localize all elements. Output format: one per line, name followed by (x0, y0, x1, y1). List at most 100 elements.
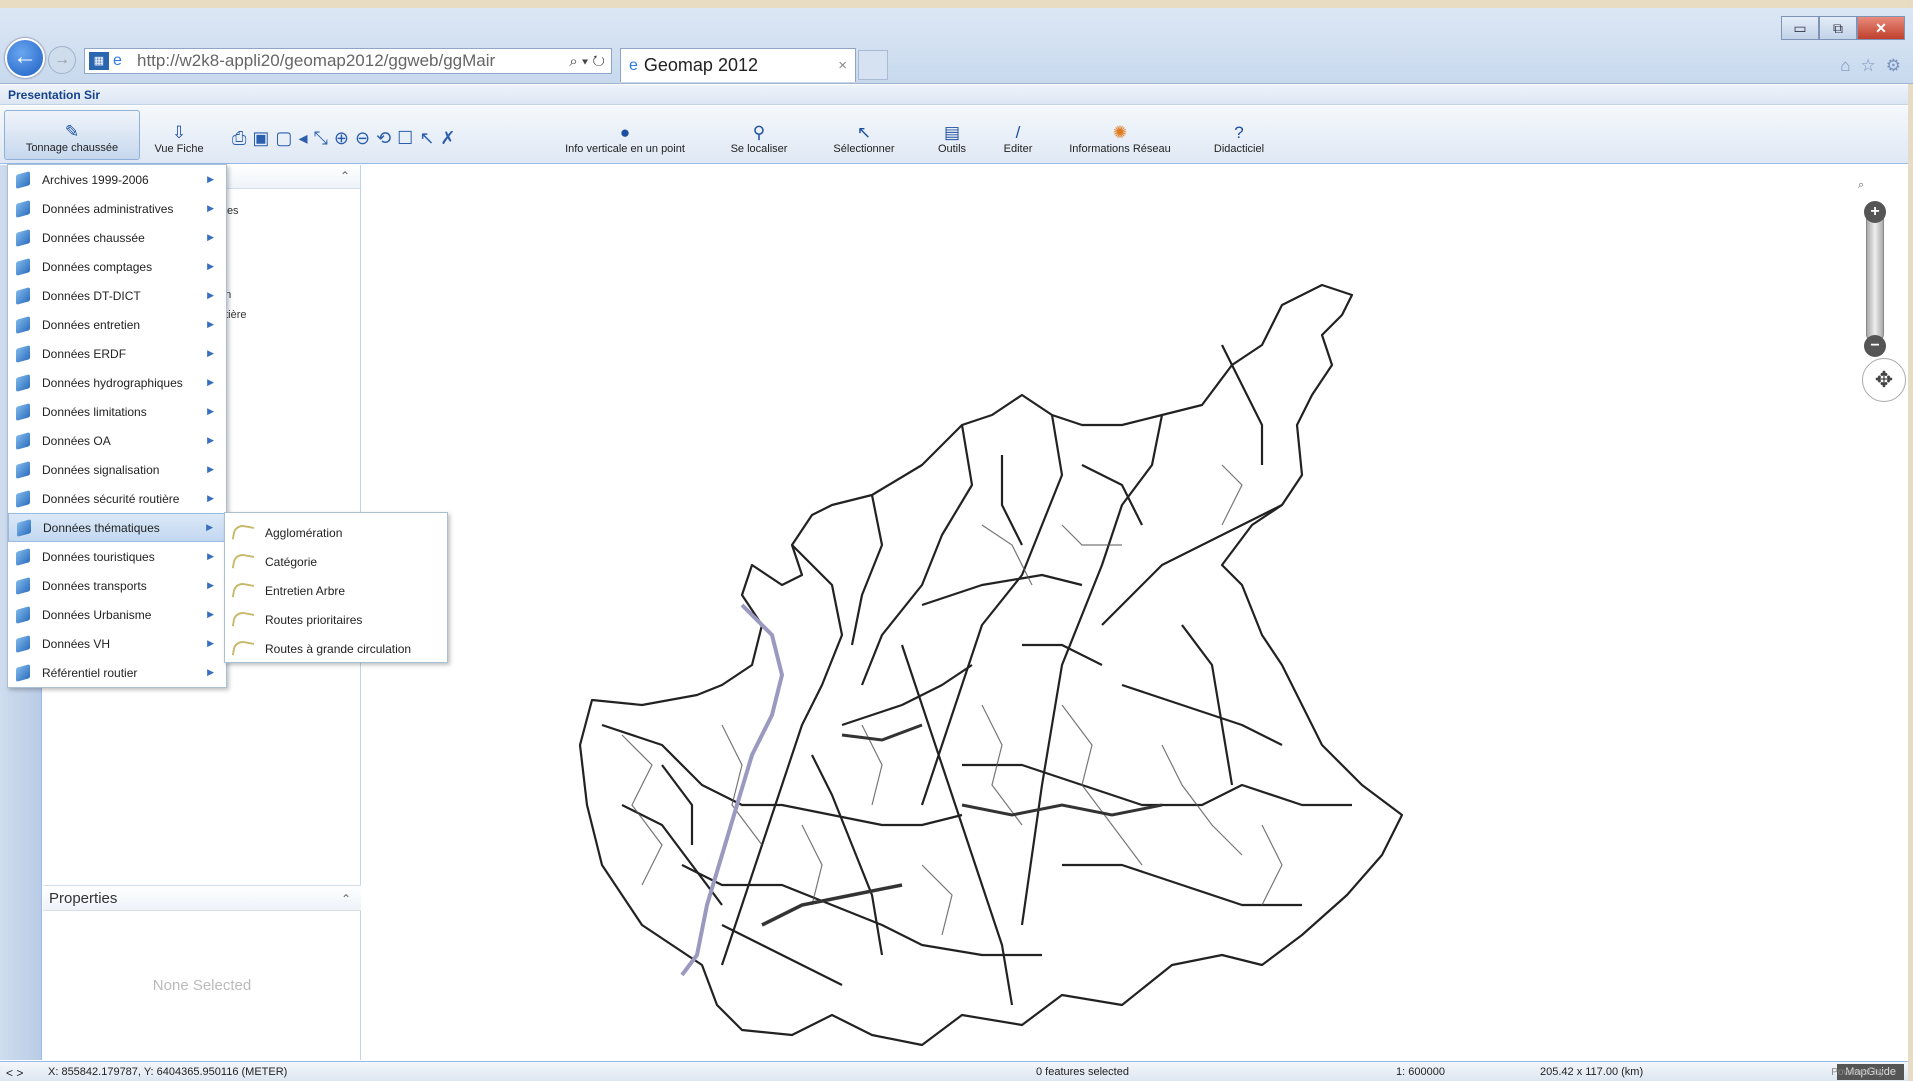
menu-item[interactable]: Données limitations ▶ (8, 397, 226, 426)
save-icon[interactable]: ▣ (252, 128, 269, 149)
menu-item[interactable]: Données DT-DICT ▶ (8, 281, 226, 310)
forward-button[interactable]: → (48, 46, 76, 74)
submenu-arrow-icon: ▶ (207, 667, 214, 677)
powered-by-text: Powered by (1831, 1067, 1885, 1078)
print-icon[interactable]: ⎙ (232, 128, 246, 149)
refresh-map-icon[interactable]: ⟲ (376, 128, 391, 149)
layer-icon (16, 344, 30, 363)
tab-ie-icon: e (629, 56, 638, 74)
pan-control-icon[interactable]: ✥ (1862, 358, 1906, 402)
tab-close-button[interactable]: × (838, 57, 847, 74)
informations-reseau-button[interactable]: ✺ Informations Réseau (1052, 110, 1188, 160)
minimize-button[interactable]: ▭ (1781, 16, 1819, 40)
line-layer-icon (231, 638, 255, 659)
network-info-icon: ✺ (1112, 123, 1128, 142)
extent-icon[interactable]: ▢ (275, 128, 292, 149)
pan-left-icon[interactable]: ◂ (298, 128, 307, 149)
submenu-item[interactable]: Routes prioritaires (225, 605, 447, 634)
browser-tab[interactable]: e Geomap 2012 × (620, 48, 856, 82)
menu-item[interactable]: Données chaussée ▶ (8, 223, 226, 252)
window-frame-top (0, 0, 1913, 8)
status-nav-arrows[interactable]: < > (6, 1066, 23, 1080)
menu-item[interactable]: Archives 1999-2006 ▶ (8, 165, 226, 194)
close-button[interactable]: ✕ (1857, 16, 1905, 40)
select-rect-icon[interactable]: ☐ (397, 128, 413, 149)
submenu-arrow-icon: ▶ (207, 406, 214, 416)
layer-icon (16, 663, 30, 682)
submenu-item[interactable]: Agglomération (225, 518, 447, 547)
vue-fiche-button[interactable]: ⇩ Vue Fiche (146, 110, 212, 160)
layer-icon (16, 460, 30, 479)
tonnage-chaussee-button[interactable]: ✎ Tonnage chaussée (4, 110, 140, 160)
url-text[interactable]: http://w2k8-appli20/geomap2012/ggweb/ggM… (137, 51, 551, 71)
clear-selection-icon[interactable]: ✗ (440, 128, 455, 149)
properties-empty-text: None Selected (152, 977, 252, 994)
map-view[interactable] (362, 165, 1908, 1060)
zoom-in-icon[interactable]: + (1864, 201, 1886, 223)
back-button[interactable]: ← (5, 38, 45, 78)
layer-icon (16, 373, 30, 392)
menu-item[interactable]: Données Urbanisme ▶ (8, 600, 226, 629)
menu-item[interactable]: Données touristiques ▶ (8, 542, 226, 571)
binoculars-icon: ⚲ (752, 123, 766, 142)
properties-collapse-icon[interactable]: ⌃ (341, 892, 351, 906)
menu-item-highlighted[interactable]: Données thématiques ▶ (8, 513, 226, 542)
restore-button[interactable]: ⧉ (1819, 16, 1857, 40)
zoom-out-icon[interactable]: − (1864, 335, 1886, 357)
submenu-item[interactable]: Catégorie (225, 547, 447, 576)
submenu-arrow-icon: ▶ (207, 464, 214, 474)
new-tab-button[interactable] (858, 50, 888, 80)
thematic-submenu: Agglomération Catégorie Entretien Arbre … (224, 512, 448, 663)
menu-item[interactable]: Données sécurité routière ▶ (8, 484, 226, 513)
menu-item[interactable]: Données VH ▶ (8, 629, 226, 658)
menu-item[interactable]: Données administratives ▶ (8, 194, 226, 223)
submenu-item[interactable]: Routes à grande circulation (225, 634, 447, 663)
tools-icon: ▤ (943, 123, 961, 142)
menu-item-label: Données entretien (42, 317, 141, 332)
info-verticale-button[interactable]: ● Info verticale en un point (550, 110, 700, 160)
zoom-track[interactable] (1866, 203, 1884, 343)
road-network-map[interactable] (362, 165, 1908, 1060)
menu-item-label: Données OA (42, 433, 111, 448)
menu-item-label: Données administratives (42, 201, 174, 216)
submenu-item[interactable]: Entretien Arbre (225, 576, 447, 605)
menu-item[interactable]: Données comptages ▶ (8, 252, 226, 281)
browser-right-icons: ⌂ ☆ ⚙ (1840, 56, 1901, 76)
layer-icon (16, 431, 30, 450)
selectionner-button[interactable]: ↖ Sélectionner (816, 110, 912, 160)
coordinates-readout: X: 855842.179787, Y: 6404365.950116 (MET… (48, 1066, 288, 1078)
submenu-arrow-icon: ▶ (207, 377, 214, 387)
editer-button[interactable]: / Editer (990, 110, 1046, 160)
select-pointer-icon[interactable]: ↖ (419, 128, 434, 149)
address-bar[interactable]: ▦ e http://w2k8-appli20/geomap2012/ggweb… (84, 48, 612, 74)
info-verticale-label: Info verticale en un point (565, 143, 685, 155)
app-title: Presentation Sir (0, 85, 1908, 105)
zoom-out-icon[interactable]: ⊖ (355, 128, 370, 149)
info-pointer-icon: ⇩ (171, 123, 187, 142)
se-localiser-button[interactable]: ⚲ Se localiser (714, 110, 804, 160)
layer-icon (16, 286, 30, 305)
zoom-search-icon[interactable]: ⌕ (1858, 179, 1864, 192)
address-tools[interactable]: ⌕ ▾ ↻ (551, 53, 611, 70)
main-toolbar: ✎ Tonnage chaussée ⇩ Vue Fiche ⎙ ▣ ▢ ◂ ⤡… (0, 106, 1908, 164)
outils-button[interactable]: ▤ Outils (924, 110, 980, 160)
zoom-rect-icon[interactable]: ⤡ (313, 128, 327, 149)
collapse-icon[interactable]: ⌃ (340, 169, 350, 183)
home-icon[interactable]: ⌂ (1840, 56, 1850, 76)
help-icon: ? (1234, 123, 1244, 142)
favorites-icon[interactable]: ☆ (1861, 56, 1876, 76)
menu-item[interactable]: Données entretien ▶ (8, 310, 226, 339)
select-cursor-icon: ↖ (856, 123, 872, 142)
powered-by-badge: Powered by MapGuide (1831, 1063, 1904, 1081)
menu-item-label: Données limitations (42, 404, 147, 419)
zoom-in-icon[interactable]: ⊕ (334, 128, 349, 149)
menu-item[interactable]: Référentiel routier ▶ (8, 658, 226, 687)
menu-item[interactable]: Données ERDF ▶ (8, 339, 226, 368)
menu-item[interactable]: Données signalisation ▶ (8, 455, 226, 484)
didacticiel-button[interactable]: ? Didacticiel (1204, 110, 1274, 160)
menu-item[interactable]: Données OA ▶ (8, 426, 226, 455)
menu-item[interactable]: Données hydrographiques ▶ (8, 368, 226, 397)
settings-gear-icon[interactable]: ⚙ (1886, 56, 1901, 76)
submenu-arrow-icon: ▶ (207, 319, 214, 329)
menu-item[interactable]: Données transports ▶ (8, 571, 226, 600)
